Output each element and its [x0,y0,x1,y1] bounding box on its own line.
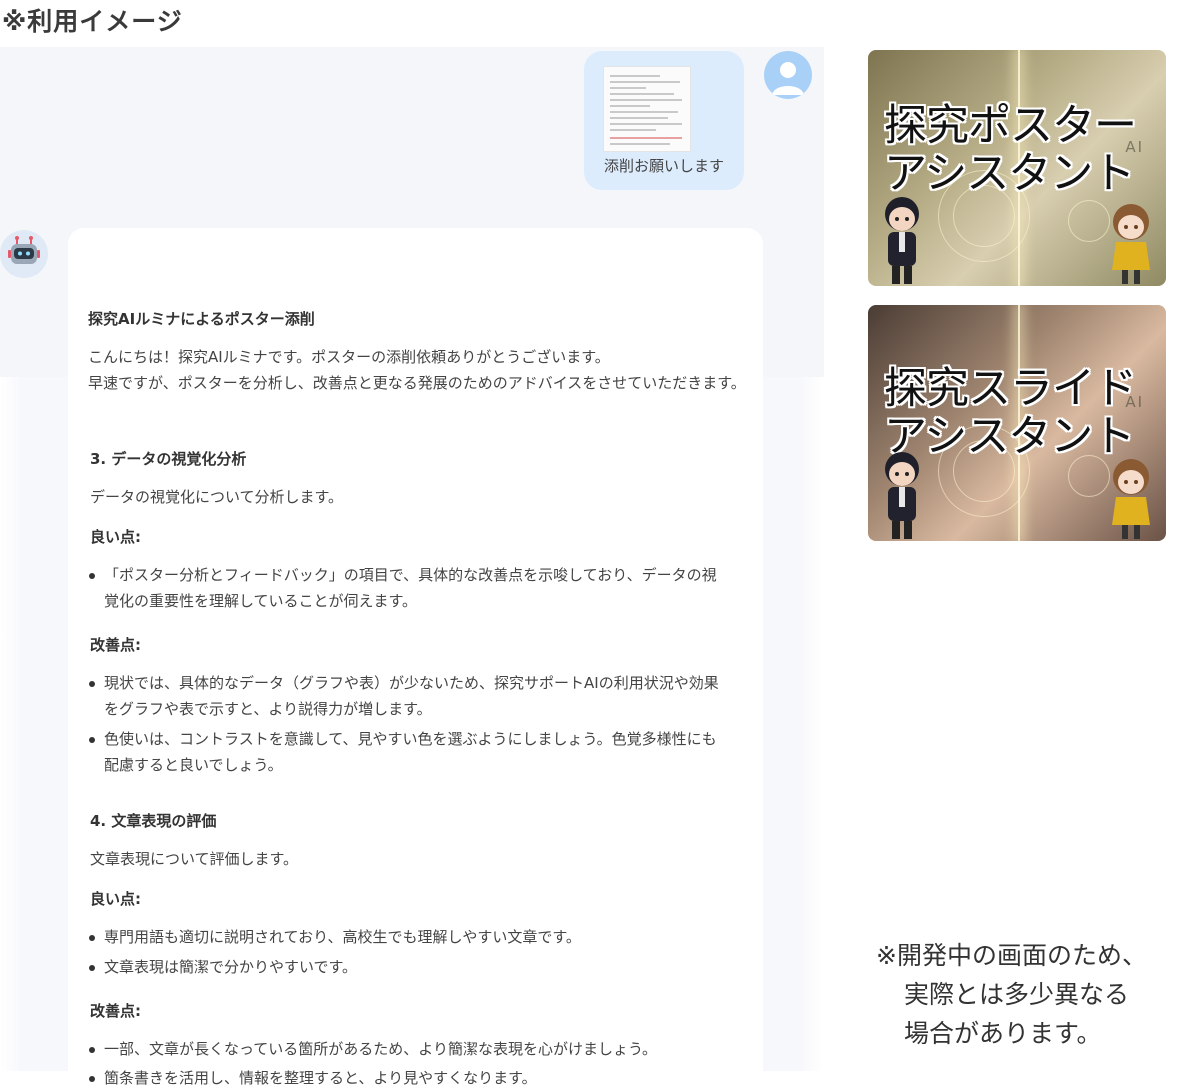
section-4-improve-item: 一部、文章が長くなっている箇所があるため、より簡潔な表現を心がけましょう。 [68,1036,724,1062]
slide-assistant-banner[interactable]: AI 探究スライド アシスタント [868,305,1166,541]
poster-attachment-thumbnail[interactable] [603,66,691,152]
section-4-heading: 4. 文章表現の評価 [90,812,217,830]
development-note: ※開発中の画面のため、 実際とは多少異なる 場合があります。 [876,936,1196,1053]
girl-character-illustration [1112,459,1150,539]
section-4-good-item: 専門用語も適切に説明されており、高校生でも理解しやすい文章です。 [68,924,724,950]
bot-intro-line-2: 早速ですが、ポスターを分析し、改善点と更なる発展のためのアドバイスをさせていただ… [88,374,746,392]
boy-character-illustration [885,197,919,284]
page-heading: ※利用イメージ [2,7,183,36]
user-message-text: 添削お願いします [603,157,724,175]
banner-title-line-1: 探究スライド [884,364,1137,414]
poster-assistant-banner[interactable]: AI 探究ポスター アシスタント [868,50,1166,286]
section-4-improve-label: 改善点: [90,1002,141,1020]
section-4-good-item: 文章表現は簡潔で分かりやすいです。 [68,954,724,980]
section-3-good-item: 「ポスター分析とフィードバック」の項目で、具体的な改善点を示唆しており、データの… [68,562,724,614]
user-avatar-icon [764,51,812,99]
section-3-improve-label: 改善点: [90,636,141,654]
bot-intro-line-1: こんにちは！探究AIルミナです。ポスターの添削依頼ありがとうございます。 [88,348,610,366]
section-4-good-label: 良い点: [90,890,141,908]
section-3-description: データの視覚化について分析します。 [90,488,344,506]
banner-title: 探究ポスター アシスタント [884,102,1164,198]
note-line-3: 場合があります。 [904,1019,1102,1048]
girl-character-illustration [1112,204,1150,284]
note-line-1: ※開発中の画面のため、 [876,941,1147,970]
chat-panel: 添削お願いします 探究AIルミナによるポスター添削 こんにちは！探究AIルミナで… [0,47,824,1087]
bot-message-title: 探究AIルミナによるポスター添削 [88,310,315,328]
user-message-bubble: 添削お願いします [584,51,744,190]
boy-character-illustration [885,452,919,539]
banner-title-line-1: 探究ポスター [884,101,1137,151]
section-3-good-label: 良い点: [90,528,141,546]
section-4-improve-item: 箇条書きを活用し、情報を整理すると、より見やすくなります。 [68,1065,724,1091]
section-4-description: 文章表現について評価します。 [90,850,299,868]
section-3-improve-item: 色使いは、コントラストを意識して、見やすい色を選ぶようにしましょう。色覚多様性に… [68,726,724,778]
bot-message-card: 探究AIルミナによるポスター添削 こんにちは！探究AIルミナです。ポスターの添削… [68,228,763,1087]
note-line-2: 実際とは多少異なる [904,980,1130,1009]
section-3-heading: 3. データの視覚化分析 [90,450,247,468]
section-3-improve-item: 現状では、具体的なデータ（グラフや表）が少ないため、探究サポートAIの利用状況や… [68,670,724,722]
bot-avatar-icon [0,230,48,278]
